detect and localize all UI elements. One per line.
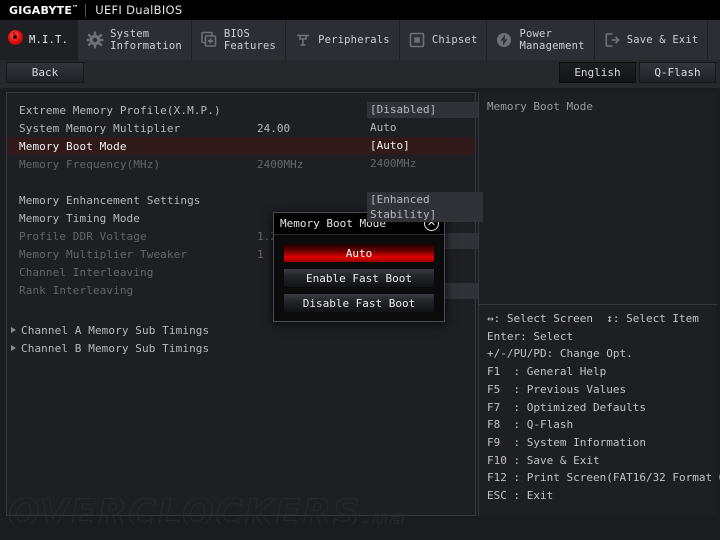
dial-icon [8,29,23,45]
tab-power-management[interactable]: Power Management [487,20,595,60]
tab-chipset[interactable]: Chipset [400,20,488,60]
submenu-row[interactable]: Channel B Memory Sub Timings [7,339,475,357]
submenu-row[interactable]: Channel A Memory Sub Timings [7,321,475,339]
settings-row-value[interactable]: [Disabled] [367,102,483,118]
settings-row[interactable]: Memory Enhancement Settings [Enhanced Sta… [7,191,483,222]
settings-row-label: Profile DDR Voltage [19,229,147,243]
exit-arrow-icon [603,31,621,49]
dialog-option[interactable]: Enable Fast Boot [283,268,435,288]
chip-plus-icon [200,31,218,49]
settings-row-label: Memory Frequency(MHz) [19,157,161,171]
help-pane: Memory Boot Mode ↔: Select Screen ↕: Sel… [478,92,720,516]
settings-row-value[interactable]: [Enhanced Stability] [367,192,483,222]
key-legend-line: F5 : Previous Values [487,382,627,396]
key-legend-line: ↔: Select Screen ↕: Select Item [487,312,699,325]
settings-row-value[interactable]: Auto [367,120,483,136]
settings-row-label: Memory Boot Mode [19,139,127,153]
submenu-row-label: Channel A Memory Sub Timings [21,323,210,337]
dialog-option[interactable]: Auto [283,243,435,263]
tab-mit[interactable]: M.I.T. [0,20,79,60]
main-tab-bar: M.I.T. System Information BIOS Features … [0,20,720,60]
key-legend-line: ESC : Exit [487,489,554,503]
key-legend: ↔: Select Screen ↕: Select Item Enter: Se… [487,310,720,505]
settings-row-value[interactable]: 2400MHz [367,156,483,172]
key-legend-line: F10 : Save & Exit [487,453,600,467]
gear-icon [86,31,104,49]
settings-row-label: Memory Multiplier Tweaker [19,247,188,261]
settings-row-current: 24.00 [257,121,291,135]
settings-row-label: Rank Interleaving [19,283,134,297]
settings-row[interactable]: Memory Frequency(MHz) 2400MHz 2400MHz [7,155,475,173]
chevron-right-icon [11,327,16,333]
tab-chipset-label: Chipset [431,34,478,46]
tab-save-exit-label: Save & Exit [626,34,699,46]
key-legend-line: F9 : System Information [487,435,646,449]
tab-system-information[interactable]: System Information [78,20,192,60]
settings-row[interactable]: Extreme Memory Profile(X.M.P.) [Disabled] [7,101,483,119]
submenu-row-label: Channel B Memory Sub Timings [21,341,210,355]
secondary-bar: Back English Q-Flash [0,60,720,88]
tab-peripherals-label: Peripherals [318,34,390,46]
chipset-icon [408,31,426,49]
key-legend-line: F12 : Print Screen(FAT16/32 Format Only) [487,471,720,485]
tab-mit-label: M.I.T. [29,34,69,46]
bios-screen: GIGABYTE™ UEFI DualBIOS M.I.T. System In… [0,0,720,540]
settings-row[interactable]: System Memory Multiplier 24.00 Auto [7,119,475,137]
key-legend-line: F7 : Optimized Defaults [487,400,646,414]
trademark-mark: ™ [72,3,79,11]
brand-text: GIGABYTE [9,3,73,17]
settings-row-label: System Memory Multiplier [19,121,181,135]
gigabyte-logo: GIGABYTE™ [0,4,85,17]
settings-row[interactable]: Memory Boot Mode [Auto] [7,137,475,155]
memory-boot-mode-dialog: Memory Boot Mode ✕ Auto Enable Fast Boot D… [273,212,445,322]
tab-save-exit[interactable]: Save & Exit [595,20,709,60]
settings-row-label: Channel Interleaving [19,265,154,279]
language-button[interactable]: English [559,62,636,83]
help-divider [479,304,717,305]
settings-row-value[interactable]: [Auto] [367,138,483,154]
chevron-right-icon [11,345,16,351]
tab-bios-features-label: BIOS Features [223,28,277,52]
plug-icon [294,31,312,49]
settings-row-label: Extreme Memory Profile(X.M.P.) [19,103,221,117]
app-subtitle: UEFI DualBIOS [95,3,183,17]
help-title: Memory Boot Mode [487,100,593,113]
settings-row-current: 1 [257,247,264,261]
key-legend-line: +/-/PU/PD: Change Opt. [487,347,633,361]
settings-row-label: Memory Timing Mode [19,211,141,225]
power-bolt-icon [495,31,513,49]
qflash-button[interactable]: Q-Flash [639,62,716,83]
dialog-option[interactable]: Disable Fast Boot [283,293,435,313]
settings-row-label: Memory Enhancement Settings [19,193,201,207]
key-legend-line: F1 : General Help [487,365,607,379]
dialog-options: Auto Enable Fast Boot Disable Fast Boot [274,235,444,313]
tab-system-information-label: System Information [110,28,182,52]
tab-peripherals[interactable]: Peripherals [286,20,400,60]
title-bar: GIGABYTE™ UEFI DualBIOS [0,0,720,20]
back-button[interactable]: Back [6,62,84,83]
tab-bios-features[interactable]: BIOS Features [192,20,287,60]
title-divider [85,3,87,17]
key-legend-line: F8 : Q-Flash [487,418,574,432]
key-legend-line: Enter: Select [487,329,574,343]
settings-row-current: 2400MHz [257,157,304,171]
tab-power-management-label: Power Management [519,28,585,52]
bottom-bar [0,524,720,540]
